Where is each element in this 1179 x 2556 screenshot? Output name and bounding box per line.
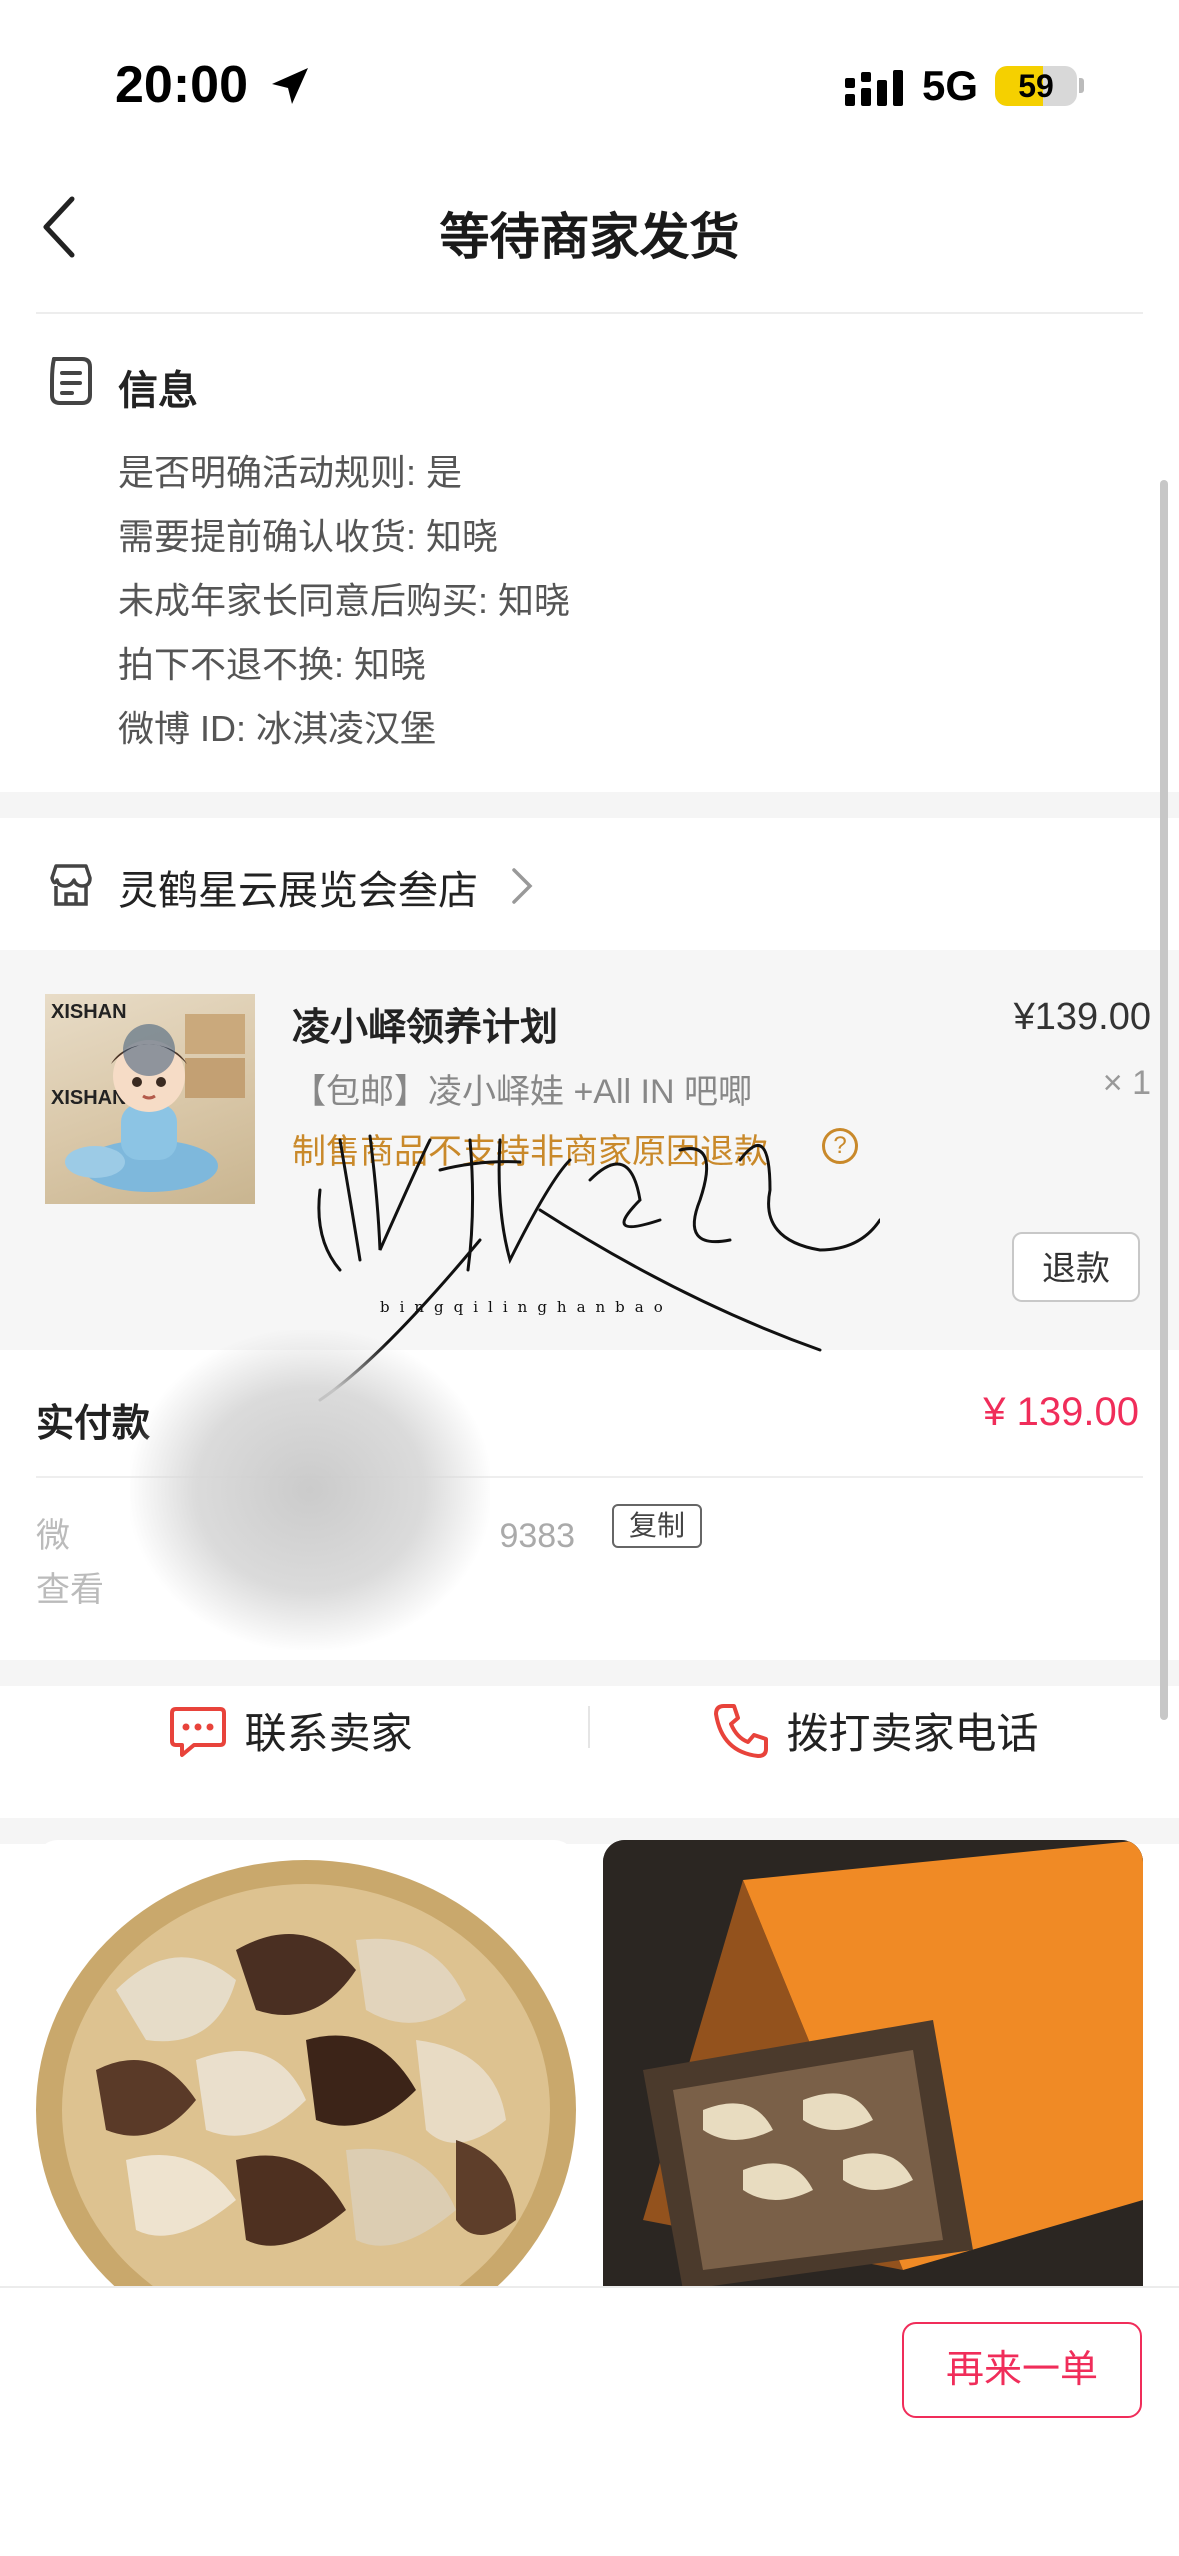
order-number-prefix: 微 [36, 1517, 70, 1555]
location-arrow-icon [272, 68, 308, 104]
recommendation-card[interactable] [36, 1840, 576, 2290]
call-seller-label: 拨打卖家电话 [786, 1710, 1039, 1757]
chat-bubble-icon [170, 1706, 226, 1757]
header-divider [36, 312, 1143, 314]
info-line: 未成年家长同意后购买: 知晓 [118, 580, 571, 621]
call-seller-button[interactable]: 拨打卖家电话 [712, 1700, 1038, 1761]
network-type: 5G [922, 62, 979, 109]
info-section-title: 信息 [118, 369, 198, 413]
contact-divider [588, 1706, 590, 1748]
product-thumbnail[interactable]: XISHAN XISHAN [45, 994, 255, 1204]
info-line: 微博 ID: 冰淇凌汉堡 [118, 708, 437, 749]
doll-figure-icon: XISHAN XISHAN [51, 1001, 245, 1192]
info-line: 拍下不退不换: 知晓 [118, 644, 427, 685]
info-line: 需要提前确认收货: 知晓 [118, 516, 499, 557]
store-icon[interactable] [46, 860, 96, 910]
chevron-right-icon[interactable] [510, 866, 534, 906]
privacy-blur-overlay [130, 1330, 490, 1650]
signature-pinyin: bingqilinghanbao [380, 1298, 673, 1316]
contact-seller-button[interactable]: 联系卖家 [168, 1700, 412, 1761]
info-document-icon [50, 357, 92, 405]
store-name-link[interactable]: 灵鹤星云展览会叁店 [118, 858, 478, 916]
phone-icon [714, 1703, 768, 1758]
copy-button[interactable]: 复制 [612, 1504, 702, 1548]
refund-button[interactable]: 退款 [1012, 1232, 1140, 1302]
battery-level: 59 [1018, 68, 1054, 104]
dried-peel-image [36, 1860, 576, 2290]
view-details-link[interactable]: 查看 [36, 1562, 104, 1611]
reorder-button[interactable]: 再来一单 [902, 2322, 1142, 2418]
product-quantity: × 1 [1102, 1064, 1151, 1102]
tea-cake-image [603, 1840, 1143, 2290]
paid-amount-value: ¥ 139.00 [983, 1390, 1139, 1434]
product-name[interactable]: 凌小峄领养计划 [292, 996, 558, 1051]
page-title: 等待商家发货 [439, 209, 740, 265]
thumb-brand-text: XISHAN [51, 1001, 127, 1023]
status-time: 20:00 [115, 56, 248, 114]
thumb-brand-text-2: XISHAN [51, 1087, 127, 1109]
battery-cap [1079, 78, 1084, 93]
contact-seller-label: 联系卖家 [244, 1710, 413, 1757]
order-number-suffix: 9383 [499, 1517, 576, 1555]
section-separator [0, 792, 1179, 818]
cellular-signal-icon [845, 70, 903, 106]
info-line: 是否明确活动规则: 是 [118, 452, 463, 493]
battery-indicator: 59 [995, 66, 1077, 106]
recommendation-card[interactable] [603, 1840, 1143, 2290]
scrollbar[interactable] [1160, 480, 1168, 1720]
product-price: ¥139.00 [1013, 996, 1151, 1038]
